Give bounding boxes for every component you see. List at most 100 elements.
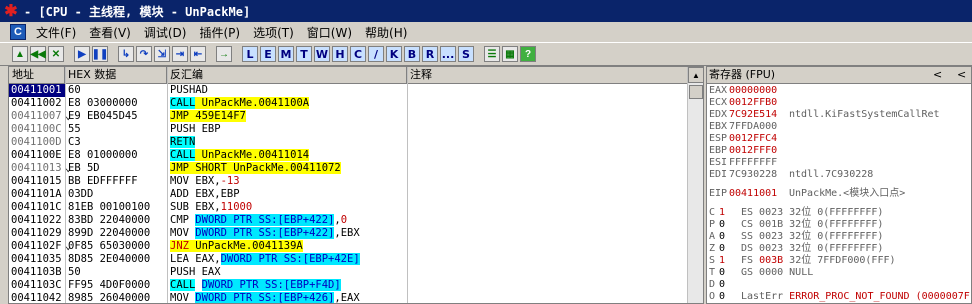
run-trace-button[interactable]: ... <box>440 46 456 62</box>
register-row-eip[interactable]: EIP 00411001 UnPackMe.<模块入口点> <box>707 188 971 200</box>
mdi-cpu-icon[interactable]: C <box>10 24 26 40</box>
debug-options-icon[interactable]: ☰ <box>484 46 500 62</box>
flag-row[interactable]: Z 0 DS 0023 32位 0(FFFFFFFF) <box>707 243 971 255</box>
flag-row[interactable]: P 0 CS 001B 32位 0(FFFFFFFF) <box>707 219 971 231</box>
source-button[interactable]: S <box>458 46 474 62</box>
register-value[interactable]: 00000000 <box>729 85 777 97</box>
table-row[interactable]: 0041101C 81EB 00100100 SUB EBX,11000 <box>9 201 687 214</box>
register-value[interactable]: 0012FFB0 <box>729 97 777 109</box>
table-row[interactable]: 0041100D C3 RETN <box>9 136 687 149</box>
table-row[interactable]: 0041100C 55 PUSH EBP <box>9 123 687 136</box>
menu-debug[interactable]: 调试(D) <box>140 24 196 41</box>
register-value[interactable]: 7C92E514 <box>729 109 777 121</box>
flag-row[interactable]: A 0 SS 0023 32位 0(FFFFFFFF) <box>707 231 971 243</box>
run-icon[interactable]: ▶ <box>74 46 90 62</box>
table-row[interactable]: 00411029 899D 22040000 MOV DWORD PTR SS:[… <box>9 227 687 240</box>
registers-pane[interactable]: 寄存器 (FPU) < < EAX 00000000 ECX 0012FFB0 EDX 7… <box>706 66 972 304</box>
flag-row[interactable]: D0 <box>707 279 971 291</box>
column-header-comment[interactable]: 注释 <box>407 67 689 84</box>
column-header-address[interactable]: 地址 <box>9 67 65 84</box>
table-row[interactable]: 0041102F ⌄ 0F85 65030000 JNZ UnPackMe.00411… <box>9 240 687 253</box>
register-value[interactable]: 0012FFF0 <box>729 145 777 157</box>
register-row[interactable]: ESP 0012FFC4 <box>707 133 971 145</box>
table-row[interactable]: 0041103B 50 PUSH EAX <box>9 266 687 279</box>
table-row[interactable]: 00411035 8D85 2E040000 LEA EAX,DWORD PTR … <box>9 253 687 266</box>
table-row[interactable]: 0041103C FF95 4D0F0000 CALL DWORD PTR SS:… <box>9 279 687 292</box>
memory-map-button[interactable]: M <box>278 46 294 62</box>
flag-value[interactable]: 0 <box>719 231 725 243</box>
flag-row[interactable]: S 1 FS 003B 32位 7FFDF000(FFF) <box>707 255 971 267</box>
flag-value[interactable]: 0 <box>719 291 725 303</box>
appearance-icon[interactable]: ▦ <box>502 46 518 62</box>
flag-row[interactable]: C 1 ES 0023 32位 0(FFFFFFFF) <box>707 207 971 219</box>
table-row[interactable]: 00411007 ⌄ E9 EB045D45 JMP 459E14F7 <box>9 110 687 123</box>
flag-value[interactable]: 1 <box>719 207 725 219</box>
threads-button[interactable]: T <box>296 46 312 62</box>
register-row[interactable]: EBX 7FFDA000 <box>707 121 971 133</box>
scroll-up-arrow-icon[interactable]: ▲ <box>688 67 703 83</box>
row-opcode: JMP <box>170 110 189 122</box>
scroll-thumb[interactable] <box>689 85 703 99</box>
menu-options[interactable]: 选项(T) <box>249 24 303 41</box>
register-row[interactable]: EDI 7C930228 ntdll.7C930228 <box>707 169 971 181</box>
execute-till-return-icon[interactable]: ⇤ <box>190 46 206 62</box>
lasterr-row[interactable]: O 0 LastErr ERROR_PROC_NOT_FOUND (0000007F… <box>707 291 971 303</box>
restart-icon[interactable]: ◀◀ <box>30 46 46 62</box>
register-row[interactable]: EDX 7C92E514 ntdll.KiFastSystemCallRet <box>707 109 971 121</box>
references-button[interactable]: R <box>422 46 438 62</box>
menu-view[interactable]: 查看(V) <box>85 24 140 41</box>
help-icon[interactable]: ? <box>520 46 536 62</box>
table-row[interactable]: 00411022 83BD 22040000 CMP DWORD PTR SS:[… <box>9 214 687 227</box>
register-value[interactable]: 0012FFC4 <box>729 133 777 145</box>
pause-icon[interactable]: ❚❚ <box>92 46 108 62</box>
register-value[interactable]: 7FFDA000 <box>729 121 777 133</box>
executable-modules-button[interactable]: E <box>260 46 276 62</box>
trace-into-icon[interactable]: ⇲ <box>154 46 170 62</box>
handles-button[interactable]: H <box>332 46 348 62</box>
column-header-disassembly[interactable]: 反汇编 <box>167 67 407 84</box>
flag-value[interactable]: 0 <box>719 243 725 255</box>
register-row[interactable]: EAX 00000000 <box>707 85 971 97</box>
table-row[interactable]: 00411042 8985 26040000 MOV DWORD PTR SS:[… <box>9 292 687 303</box>
register-value[interactable]: 00411001 <box>729 188 777 200</box>
step-over-icon[interactable]: ↷ <box>136 46 152 62</box>
open-icon[interactable]: ▲ <box>12 46 28 62</box>
menu-help[interactable]: 帮助(H) <box>361 24 416 41</box>
registers-next-icon[interactable]: < <box>957 67 966 83</box>
flag-value[interactable]: 0 <box>719 267 725 279</box>
goto-icon[interactable]: → <box>216 46 232 62</box>
log-window-button[interactable]: L <box>242 46 258 62</box>
flag-row[interactable]: T 0 GS 0000 NULL <box>707 267 971 279</box>
table-row[interactable]: 0041101A 03DD ADD EBX,EBP <box>9 188 687 201</box>
close-icon[interactable]: ✕ <box>48 46 64 62</box>
trace-over-icon[interactable]: ⇥ <box>172 46 188 62</box>
windows-button[interactable]: W <box>314 46 330 62</box>
table-row[interactable]: 00411002 E8 03000000 CALL UnPackMe.004110… <box>9 97 687 110</box>
register-row[interactable]: ECX 0012FFB0 <box>707 97 971 109</box>
menu-plugins[interactable]: 插件(P) <box>195 24 249 41</box>
table-row[interactable]: 00411015 BB EDFFFFFF MOV EBX,-13 <box>9 175 687 188</box>
flag-value[interactable]: 0 <box>719 279 725 291</box>
vertical-scrollbar[interactable]: ▲ <box>687 67 703 303</box>
flag-value[interactable]: 1 <box>719 255 725 267</box>
flag-value[interactable]: 0 <box>719 219 725 231</box>
disassembly-pane[interactable]: 地址 HEX 数据 反汇编 注释 00411001 60 PUSHAD 004110… <box>8 66 704 304</box>
cpu-button[interactable]: C <box>350 46 366 62</box>
app-icon[interactable]: ✱ <box>0 0 22 22</box>
registers-prev-icon[interactable]: < <box>933 67 942 83</box>
patches-button[interactable]: / <box>368 46 384 62</box>
step-into-icon[interactable]: ↳ <box>118 46 134 62</box>
register-row[interactable]: EBP 0012FFF0 <box>707 145 971 157</box>
register-value[interactable]: 7C930228 <box>729 169 777 181</box>
register-row[interactable]: ESI FFFFFFFF <box>707 157 971 169</box>
menu-window[interactable]: 窗口(W) <box>303 24 361 41</box>
table-row[interactable]: 00411001 60 PUSHAD <box>9 84 687 97</box>
column-header-hex[interactable]: HEX 数据 <box>65 67 167 84</box>
row-disassembly: JNZ UnPackMe.0041139A <box>168 240 303 253</box>
register-value[interactable]: FFFFFFFF <box>729 157 777 169</box>
breakpoints-button[interactable]: B <box>404 46 420 62</box>
menu-file[interactable]: 文件(F) <box>32 24 85 41</box>
table-row[interactable]: 0041100E E8 01000000 CALL UnPackMe.004110… <box>9 149 687 162</box>
call-stack-button[interactable]: K <box>386 46 402 62</box>
table-row[interactable]: 00411013 ⌄ EB 5D JMP SHORT UnPackMe.0041107… <box>9 162 687 175</box>
